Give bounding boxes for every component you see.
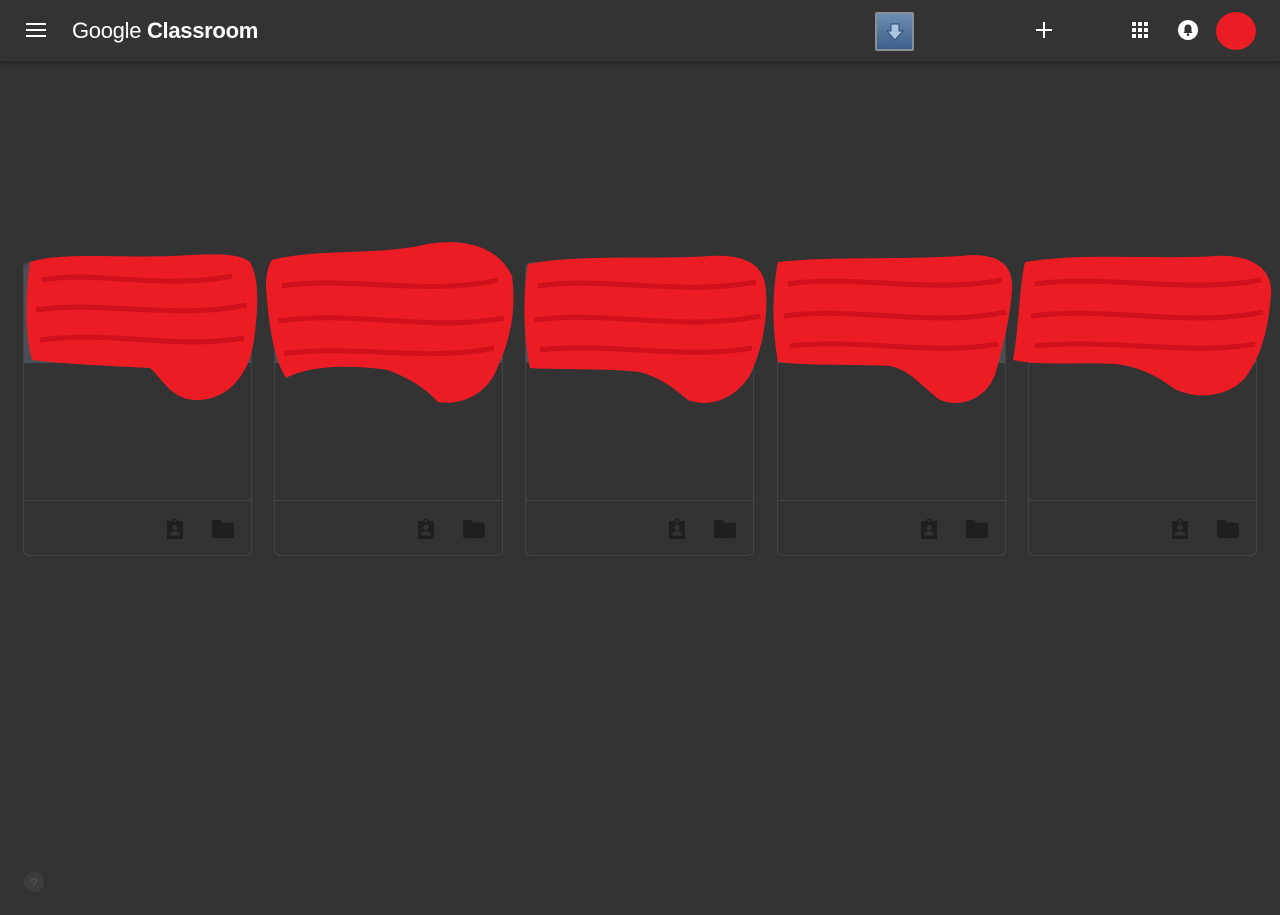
class-card-header[interactable] xyxy=(778,263,1005,363)
notifications-icon xyxy=(1178,20,1198,40)
open-folder-button[interactable] xyxy=(1214,515,1242,543)
help-button[interactable]: ? xyxy=(24,872,44,892)
class-card-footer xyxy=(24,500,251,556)
logo-brand: Google xyxy=(72,18,142,43)
your-work-button[interactable] xyxy=(161,515,189,543)
class-card-footer xyxy=(275,500,502,556)
folder-icon xyxy=(212,520,234,538)
assignment-ind-icon xyxy=(167,518,183,539)
class-card[interactable] xyxy=(525,262,754,556)
assignment-ind-icon xyxy=(1172,518,1188,539)
open-folder-button[interactable] xyxy=(963,515,991,543)
help-label: ? xyxy=(30,874,38,890)
assignment-ind-icon xyxy=(921,518,937,539)
plus-icon xyxy=(1036,22,1052,38)
notifications-button[interactable] xyxy=(1168,10,1208,50)
class-card-header[interactable] xyxy=(1029,263,1256,363)
your-work-button[interactable] xyxy=(412,515,440,543)
class-card[interactable] xyxy=(274,262,503,556)
classroom-logo[interactable]: Google Classroom xyxy=(72,17,258,45)
google-apps-button[interactable] xyxy=(1120,10,1160,50)
open-folder-button[interactable] xyxy=(209,515,237,543)
logo-product: Classroom xyxy=(146,18,258,43)
assignment-ind-icon xyxy=(669,518,685,539)
class-card[interactable] xyxy=(23,262,252,556)
open-folder-button[interactable] xyxy=(460,515,488,543)
account-avatar[interactable] xyxy=(1216,12,1256,50)
class-card-header[interactable] xyxy=(24,263,251,363)
class-card-footer xyxy=(1029,500,1256,556)
extension-download-button[interactable] xyxy=(875,12,914,51)
main-menu-button[interactable] xyxy=(16,10,56,50)
apps-grid-icon xyxy=(1132,22,1148,38)
folder-icon xyxy=(1217,520,1239,538)
class-card-footer xyxy=(526,500,753,556)
class-card[interactable] xyxy=(777,262,1006,556)
create-or-join-class-button[interactable] xyxy=(1024,10,1064,50)
assignment-ind-icon xyxy=(418,518,434,539)
open-folder-button[interactable] xyxy=(711,515,739,543)
top-app-bar: Google Classroom xyxy=(0,0,1280,62)
folder-icon xyxy=(463,520,485,538)
menu-icon xyxy=(26,23,46,37)
download-arrow-icon xyxy=(885,23,904,41)
class-card[interactable] xyxy=(1028,262,1257,556)
your-work-button[interactable] xyxy=(663,515,691,543)
your-work-button[interactable] xyxy=(1166,515,1194,543)
class-card-header[interactable] xyxy=(526,263,753,363)
class-card-footer xyxy=(778,500,1005,556)
your-work-button[interactable] xyxy=(915,515,943,543)
folder-icon xyxy=(966,520,988,538)
folder-icon xyxy=(714,520,736,538)
class-card-header[interactable] xyxy=(275,263,502,363)
